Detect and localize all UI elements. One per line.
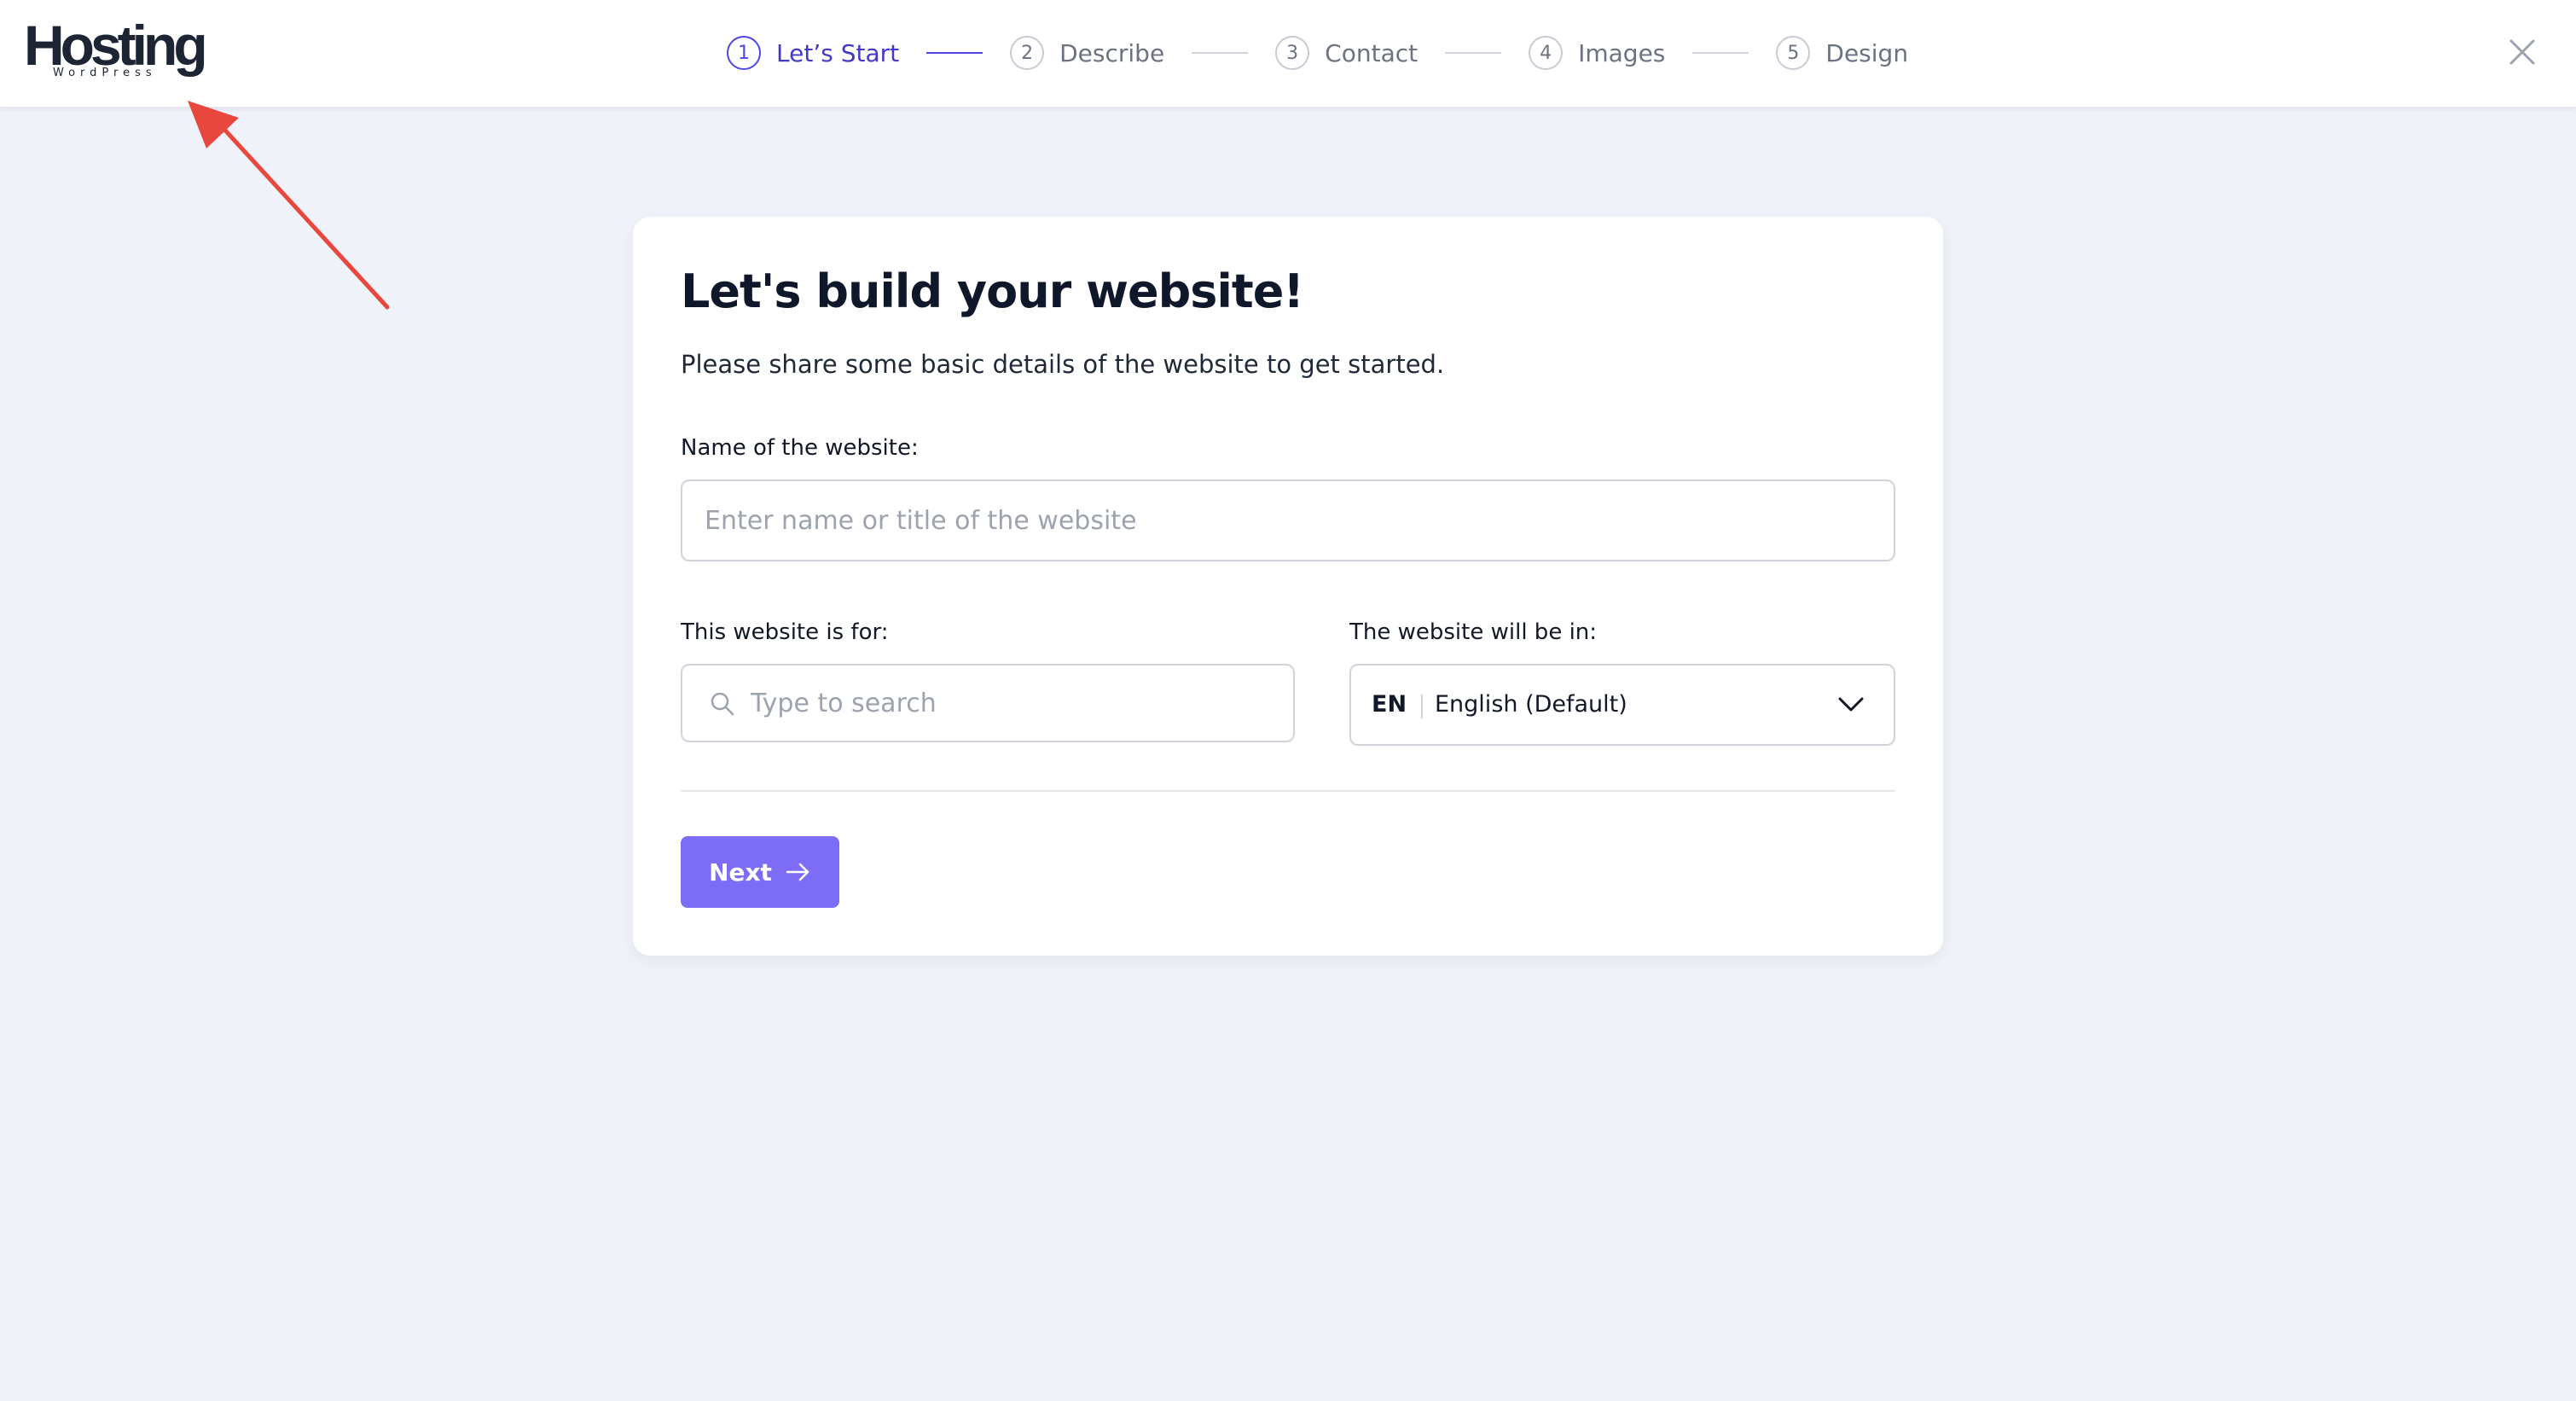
progress-stepper: 1 Let’s Start 2 Describe 3 Contact 4 Ima… <box>727 34 1908 72</box>
next-button[interactable]: Next <box>681 836 839 908</box>
language-code: EN <box>1372 691 1407 718</box>
website-language-label: The website will be in: <box>1349 619 1598 645</box>
website-purpose-input[interactable] <box>751 666 1279 741</box>
logo-subtitle: WordPress <box>53 67 157 79</box>
page-subtitle: Please share some basic details of the w… <box>681 350 1445 379</box>
website-purpose-label: This website is for: <box>681 619 889 645</box>
website-language-select[interactable]: EN English (Default) <box>1349 664 1895 746</box>
step-images[interactable]: 4 Images <box>1529 36 1665 70</box>
language-selected-value: English (Default) <box>1435 691 1627 718</box>
language-divider <box>1421 695 1423 718</box>
step-connector <box>926 52 983 54</box>
arrow-right-icon <box>786 863 809 881</box>
step-connector <box>1692 52 1749 54</box>
step-describe[interactable]: 2 Describe <box>1010 36 1164 70</box>
annotation-arrow-icon <box>188 101 390 310</box>
step-design[interactable]: 5 Design <box>1776 36 1908 70</box>
page-title: Let's build your website! <box>681 265 1304 318</box>
close-button[interactable] <box>2508 38 2537 67</box>
step-connector <box>1192 52 1249 54</box>
website-name-label: Name of the website: <box>681 435 919 461</box>
step-label: Contact <box>1325 38 1419 67</box>
next-button-label: Next <box>709 857 772 887</box>
hosting-logo[interactable]: Hosting WordPress <box>24 15 208 84</box>
step-label: Images <box>1578 38 1666 67</box>
website-purpose-search[interactable] <box>681 664 1295 742</box>
close-icon <box>2509 39 2535 65</box>
step-label: Design <box>1825 38 1909 67</box>
step-connector <box>1445 52 1502 54</box>
step-number: 4 <box>1529 36 1564 70</box>
chevron-down-icon <box>1838 697 1864 712</box>
step-label: Let’s Start <box>776 38 900 67</box>
step-label: Describe <box>1059 38 1165 67</box>
step-lets-start[interactable]: 1 Let’s Start <box>727 36 899 70</box>
step-number: 1 <box>727 36 761 70</box>
step-number: 2 <box>1010 36 1045 70</box>
form-divider <box>681 790 1895 792</box>
step-number: 3 <box>1275 36 1310 70</box>
search-icon <box>711 692 734 716</box>
step-number: 5 <box>1776 36 1811 70</box>
website-name-input[interactable] <box>681 480 1895 561</box>
step-contact[interactable]: 3 Contact <box>1275 36 1418 70</box>
onboarding-card: Let's build your website! Please share s… <box>633 217 1943 956</box>
